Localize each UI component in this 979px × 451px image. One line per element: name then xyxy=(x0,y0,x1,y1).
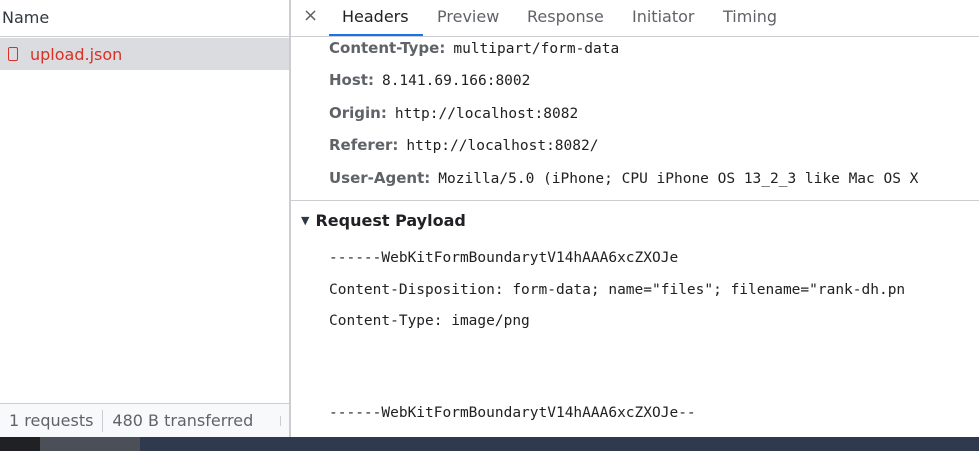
request-row-upload[interactable]: upload.json xyxy=(0,38,289,70)
taskbar-strip xyxy=(0,437,979,451)
header-value: multipart/form-data xyxy=(453,41,620,57)
header-row-content-type: Content-Type: multipart/form-data xyxy=(329,38,619,59)
header-row-origin: Origin: http://localhost:8082 xyxy=(329,103,578,124)
request-name: upload.json xyxy=(30,44,123,64)
section-divider xyxy=(291,200,979,201)
tab-headers[interactable]: Headers xyxy=(329,0,423,36)
taskbar-segment xyxy=(40,437,140,451)
details-tabbar: × Headers Preview Response Initiator Tim… xyxy=(291,0,979,37)
header-row-referer: Referer: http://localhost:8082/ xyxy=(329,135,598,156)
headers-content: Content-Type: multipart/form-data Host: 8.… xyxy=(291,37,979,437)
devtools-network-panel: Name upload.json 1 requests 480 B transf… xyxy=(0,0,979,451)
transferred-size: 480 B transferred xyxy=(112,411,254,430)
payload-line: ------WebKitFormBoundarytV14hAAA6xcZXOJe xyxy=(329,250,679,266)
document-icon xyxy=(8,47,18,61)
payload-line: Content-Disposition: form-data; name="fi… xyxy=(329,282,906,298)
close-icon[interactable]: × xyxy=(303,4,318,28)
header-row-host: Host: 8.141.69.166:8002 xyxy=(329,70,530,91)
header-key: User-Agent: xyxy=(329,169,431,187)
header-key: Origin: xyxy=(329,104,387,122)
header-value: http://localhost:8082 xyxy=(394,106,579,122)
network-status-bar: 1 requests 480 B transferred xyxy=(0,403,289,437)
name-column-label: Name xyxy=(2,8,50,27)
request-count: 1 requests xyxy=(9,411,94,430)
payload-line: ------WebKitFormBoundarytV14hAAA6xcZXOJe… xyxy=(329,405,696,421)
header-value: http://localhost:8082/ xyxy=(406,138,599,154)
request-payload-title: Request Payload xyxy=(315,211,466,230)
request-payload-toggle[interactable]: ▼ Request Payload xyxy=(301,211,466,230)
header-key: Content-Type: xyxy=(329,39,446,57)
request-details-pane: × Headers Preview Response Initiator Tim… xyxy=(291,0,979,437)
header-key: Host: xyxy=(329,71,374,89)
tab-response[interactable]: Response xyxy=(527,0,604,36)
status-divider xyxy=(280,415,282,426)
name-column-header[interactable]: Name xyxy=(0,0,289,37)
tab-preview[interactable]: Preview xyxy=(437,0,499,36)
tab-initiator[interactable]: Initiator xyxy=(632,0,694,36)
triangle-down-icon: ▼ xyxy=(301,214,310,227)
header-row-user-agent: User-Agent: Mozilla/5.0 (iPhone; CPU iPho… xyxy=(329,168,918,189)
header-key: Referer: xyxy=(329,136,399,154)
taskbar-segment xyxy=(0,437,40,451)
header-value: 8.141.69.166:8002 xyxy=(381,73,531,89)
header-value: Mozilla/5.0 (iPhone; CPU iPhone OS 13_2_… xyxy=(438,171,919,187)
tab-timing[interactable]: Timing xyxy=(723,0,777,36)
payload-line: Content-Type: image/png xyxy=(329,313,530,329)
request-list-pane: Name upload.json 1 requests 480 B transf… xyxy=(0,0,289,437)
